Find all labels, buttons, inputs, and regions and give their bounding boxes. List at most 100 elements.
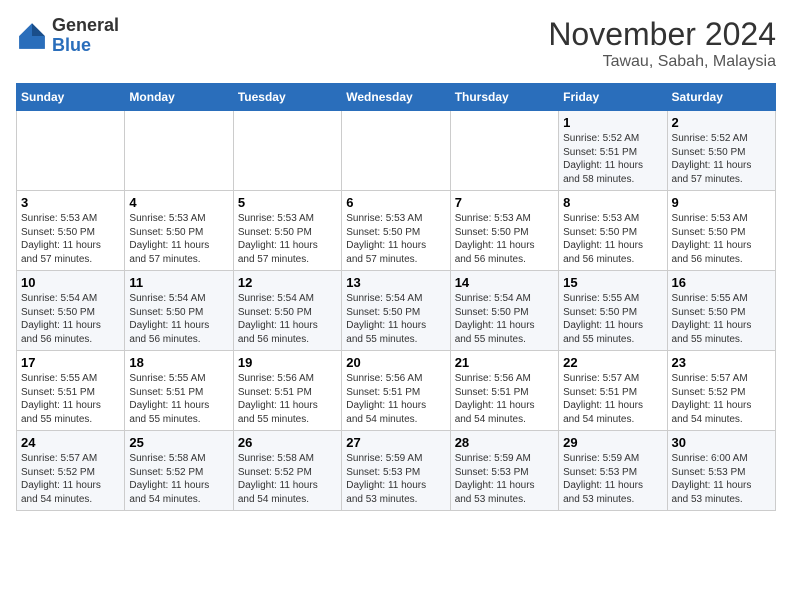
- day-number: 18: [129, 355, 228, 370]
- header-day-tuesday: Tuesday: [233, 84, 341, 111]
- day-cell: 29 Sunrise: 5:59 AM Sunset: 5:53 PM Dayli…: [559, 431, 667, 511]
- day-number: 10: [21, 275, 120, 290]
- header-day-sunday: Sunday: [17, 84, 125, 111]
- day-info: Sunrise: 6:00 AM Sunset: 5:53 PM Dayligh…: [672, 452, 771, 506]
- week-row-2: 10 Sunrise: 5:54 AM Sunset: 5:50 PM Dayli…: [17, 271, 776, 351]
- day-cell: 5Sunrise: 5:53 AM Sunset: 5:50 PM Daylig…: [233, 191, 341, 271]
- day-cell: 3Sunrise: 5:53 AM Sunset: 5:50 PM Daylig…: [17, 191, 125, 271]
- day-number: 15: [563, 275, 662, 290]
- day-cell: 28 Sunrise: 5:59 AM Sunset: 5:53 PM Dayli…: [450, 431, 558, 511]
- day-info: Sunrise: 5:52 AM Sunset: 5:51 PM Dayligh…: [563, 132, 662, 186]
- day-number: 23: [672, 355, 771, 370]
- day-info: Sunrise: 5:53 AM Sunset: 5:50 PM Dayligh…: [129, 212, 228, 266]
- header-day-thursday: Thursday: [450, 84, 558, 111]
- header-day-friday: Friday: [559, 84, 667, 111]
- day-info: Sunrise: 5:55 AM Sunset: 5:50 PM Dayligh…: [563, 292, 662, 346]
- day-cell: 21 Sunrise: 5:56 AM Sunset: 5:51 PM Dayli…: [450, 351, 558, 431]
- day-number: 6: [346, 195, 445, 210]
- title-block: November 2024 Tawau, Sabah, Malaysia: [548, 16, 776, 71]
- day-cell: 2 Sunrise: 5:52 AM Sunset: 5:50 PM Daylig…: [667, 111, 775, 191]
- day-number: 11: [129, 275, 228, 290]
- header-day-wednesday: Wednesday: [342, 84, 450, 111]
- day-info: Sunrise: 5:53 AM Sunset: 5:50 PM Dayligh…: [672, 212, 771, 266]
- calendar-header: SundayMondayTuesdayWednesdayThursdayFrid…: [17, 84, 776, 111]
- day-number: 25: [129, 435, 228, 450]
- day-info: Sunrise: 5:53 AM Sunset: 5:50 PM Dayligh…: [455, 212, 554, 266]
- day-info: Sunrise: 5:55 AM Sunset: 5:50 PM Dayligh…: [672, 292, 771, 346]
- day-cell: 9 Sunrise: 5:53 AM Sunset: 5:50 PM Daylig…: [667, 191, 775, 271]
- day-info: Sunrise: 5:55 AM Sunset: 5:51 PM Dayligh…: [129, 372, 228, 426]
- day-cell: [17, 111, 125, 191]
- day-info: Sunrise: 5:53 AM Sunset: 5:50 PM Dayligh…: [563, 212, 662, 266]
- day-number: 4: [129, 195, 228, 210]
- day-info: Sunrise: 5:52 AM Sunset: 5:50 PM Dayligh…: [672, 132, 771, 186]
- day-cell: [450, 111, 558, 191]
- day-info: Sunrise: 5:53 AM Sunset: 5:50 PM Dayligh…: [346, 212, 445, 266]
- day-number: 2: [672, 115, 771, 130]
- logo-blue: Blue: [52, 36, 119, 56]
- logo-text: General Blue: [52, 16, 119, 56]
- day-cell: 17Sunrise: 5:55 AM Sunset: 5:51 PM Dayli…: [17, 351, 125, 431]
- day-cell: 22 Sunrise: 5:57 AM Sunset: 5:51 PM Dayli…: [559, 351, 667, 431]
- day-info: Sunrise: 5:57 AM Sunset: 5:52 PM Dayligh…: [672, 372, 771, 426]
- day-cell: 18 Sunrise: 5:55 AM Sunset: 5:51 PM Dayli…: [125, 351, 233, 431]
- day-number: 27: [346, 435, 445, 450]
- day-number: 1: [563, 115, 662, 130]
- day-cell: 24Sunrise: 5:57 AM Sunset: 5:52 PM Dayli…: [17, 431, 125, 511]
- day-number: 13: [346, 275, 445, 290]
- week-row-3: 17Sunrise: 5:55 AM Sunset: 5:51 PM Dayli…: [17, 351, 776, 431]
- day-cell: 12 Sunrise: 5:54 AM Sunset: 5:50 PM Dayli…: [233, 271, 341, 351]
- day-number: 19: [238, 355, 337, 370]
- day-cell: 20 Sunrise: 5:56 AM Sunset: 5:51 PM Dayli…: [342, 351, 450, 431]
- day-cell: 16 Sunrise: 5:55 AM Sunset: 5:50 PM Dayli…: [667, 271, 775, 351]
- calendar: SundayMondayTuesdayWednesdayThursdayFrid…: [16, 83, 776, 511]
- day-number: 20: [346, 355, 445, 370]
- day-number: 9: [672, 195, 771, 210]
- day-cell: 25 Sunrise: 5:58 AM Sunset: 5:52 PM Dayli…: [125, 431, 233, 511]
- day-info: Sunrise: 5:56 AM Sunset: 5:51 PM Dayligh…: [238, 372, 337, 426]
- day-number: 8: [563, 195, 662, 210]
- day-cell: 10Sunrise: 5:54 AM Sunset: 5:50 PM Dayli…: [17, 271, 125, 351]
- day-cell: 23 Sunrise: 5:57 AM Sunset: 5:52 PM Dayli…: [667, 351, 775, 431]
- subtitle: Tawau, Sabah, Malaysia: [548, 53, 776, 71]
- day-number: 3: [21, 195, 120, 210]
- week-row-1: 3 Sunrise: 5:53 AM Sunset: 5:50 PM Daylig…: [17, 191, 776, 271]
- main-title: November 2024: [548, 16, 776, 53]
- day-info: Sunrise: 5:54 AM Sunset: 5:50 PM Dayligh…: [455, 292, 554, 346]
- day-info: Sunrise: 5:54 AM Sunset: 5:50 PM Dayligh…: [238, 292, 337, 346]
- day-number: 30: [672, 435, 771, 450]
- day-cell: 15 Sunrise: 5:55 AM Sunset: 5:50 PM Dayli…: [559, 271, 667, 351]
- day-info: Sunrise: 5:58 AM Sunset: 5:52 PM Dayligh…: [129, 452, 228, 506]
- day-number: 29: [563, 435, 662, 450]
- header-day-monday: Monday: [125, 84, 233, 111]
- day-cell: 19 Sunrise: 5:56 AM Sunset: 5:51 PM Dayli…: [233, 351, 341, 431]
- header-row: SundayMondayTuesdayWednesdayThursdayFrid…: [17, 84, 776, 111]
- day-number: 16: [672, 275, 771, 290]
- day-info: Sunrise: 5:59 AM Sunset: 5:53 PM Dayligh…: [563, 452, 662, 506]
- day-number: 12: [238, 275, 337, 290]
- day-number: 22: [563, 355, 662, 370]
- day-info: Sunrise: 5:53 AM Sunset: 5:50 PM Dayligh…: [238, 212, 337, 266]
- day-cell: [233, 111, 341, 191]
- day-info: Sunrise: 5:56 AM Sunset: 5:51 PM Dayligh…: [455, 372, 554, 426]
- logo-icon: [16, 20, 48, 52]
- logo-general: General: [52, 16, 119, 36]
- day-number: 24: [21, 435, 120, 450]
- day-number: 14: [455, 275, 554, 290]
- day-info: Sunrise: 5:54 AM Sunset: 5:50 PM Dayligh…: [346, 292, 445, 346]
- day-number: 28: [455, 435, 554, 450]
- day-cell: 1 Sunrise: 5:52 AM Sunset: 5:51 PM Daylig…: [559, 111, 667, 191]
- day-info: Sunrise: 5:56 AM Sunset: 5:51 PM Dayligh…: [346, 372, 445, 426]
- day-info: Sunrise: 5:57 AM Sunset: 5:51 PM Dayligh…: [563, 372, 662, 426]
- day-cell: [125, 111, 233, 191]
- day-info: Sunrise: 5:59 AM Sunset: 5:53 PM Dayligh…: [455, 452, 554, 506]
- logo: General Blue: [16, 16, 119, 56]
- header-day-saturday: Saturday: [667, 84, 775, 111]
- day-cell: 26Sunrise: 5:58 AM Sunset: 5:52 PM Dayli…: [233, 431, 341, 511]
- day-number: 21: [455, 355, 554, 370]
- week-row-4: 24Sunrise: 5:57 AM Sunset: 5:52 PM Dayli…: [17, 431, 776, 511]
- day-cell: 4 Sunrise: 5:53 AM Sunset: 5:50 PM Daylig…: [125, 191, 233, 271]
- calendar-body: 1 Sunrise: 5:52 AM Sunset: 5:51 PM Daylig…: [17, 111, 776, 511]
- day-info: Sunrise: 5:58 AM Sunset: 5:52 PM Dayligh…: [238, 452, 337, 506]
- day-cell: 14 Sunrise: 5:54 AM Sunset: 5:50 PM Dayli…: [450, 271, 558, 351]
